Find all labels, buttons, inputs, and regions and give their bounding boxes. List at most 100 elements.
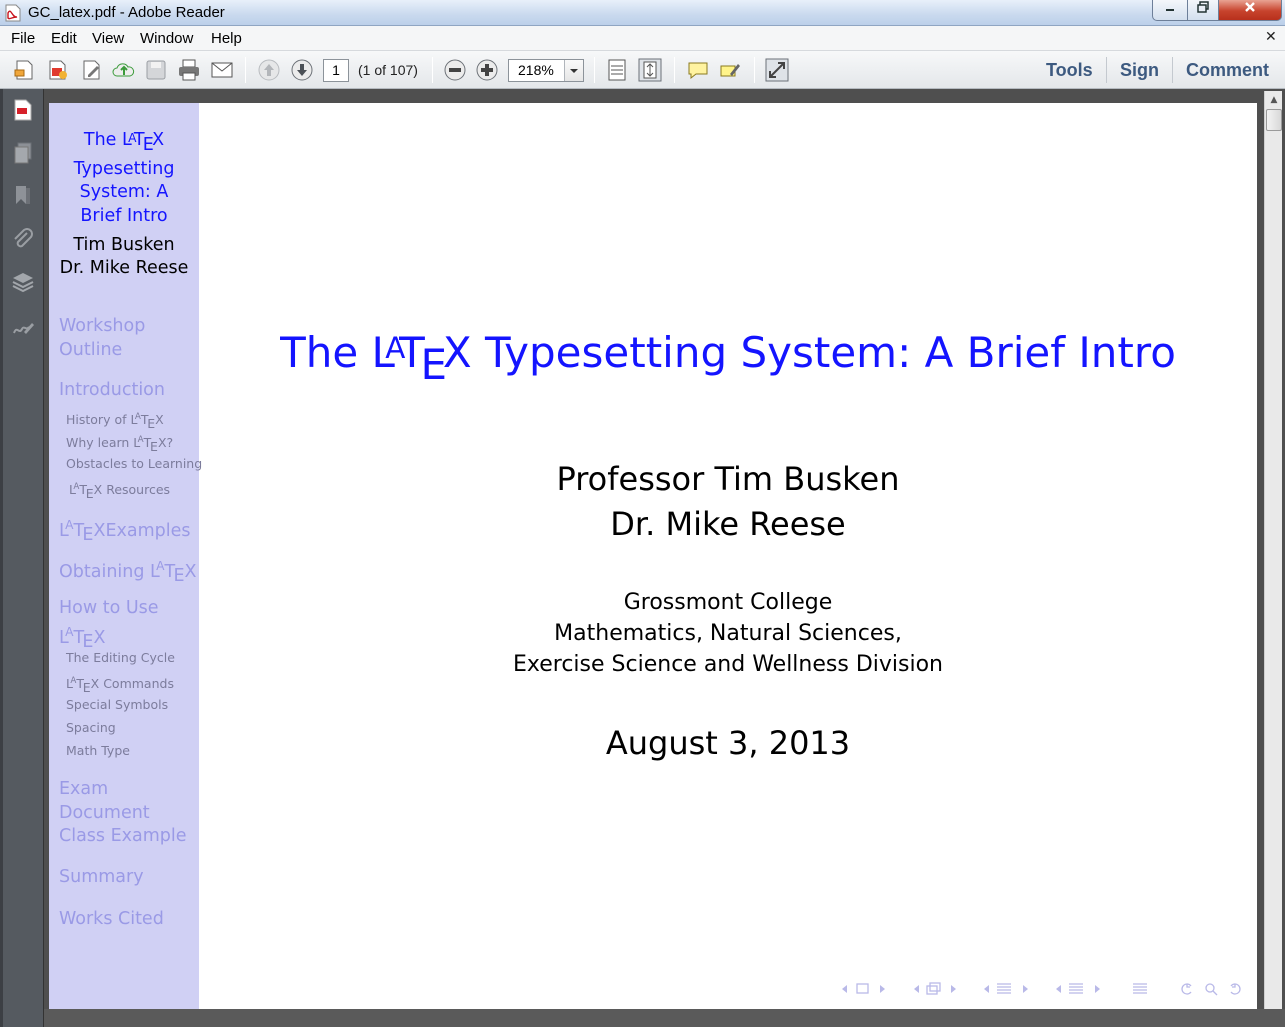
slide-author-2: Dr. Mike Reese: [610, 505, 846, 543]
sidebar-authors: Tim Busken Dr. Mike Reese: [59, 235, 189, 278]
scrollbar-thumb[interactable]: [1266, 109, 1282, 131]
sidebar-subsection-history[interactable]: History of LATEX: [66, 409, 164, 432]
comment-pane-button[interactable]: Comment: [1186, 60, 1269, 81]
latex-logo: LATEX: [133, 435, 167, 454]
sticky-note-icon[interactable]: [686, 58, 710, 82]
pdf-document-icon[interactable]: [11, 98, 35, 122]
sidebar-subsection-spacing[interactable]: Spacing: [66, 720, 116, 736]
nav-prev-frame-icon[interactable]: [842, 985, 847, 993]
slide-institution-1: Grossmont College: [623, 590, 833, 615]
open-file-icon[interactable]: [13, 58, 37, 82]
restore-button[interactable]: [1187, 0, 1219, 21]
menu-view[interactable]: View: [92, 30, 124, 47]
page-thumbnails-icon[interactable]: [11, 141, 35, 165]
menu-help[interactable]: Help: [211, 30, 242, 47]
nav-document-icon[interactable]: [1069, 983, 1083, 994]
close-document-icon[interactable]: ✕: [1265, 29, 1277, 45]
menu-window[interactable]: Window: [140, 30, 193, 47]
sidebar-section-how-to-use[interactable]: How to Use LATEX: [59, 597, 197, 654]
latex-logo: LATEX: [66, 676, 100, 695]
nav-prev-section-icon[interactable]: [984, 985, 989, 993]
create-pdf-icon[interactable]: [46, 58, 70, 82]
sidebar-section-exam-class[interactable]: Exam Document Class Example: [59, 778, 197, 849]
restore-icon: [1197, 1, 1209, 13]
sidebar-title[interactable]: The LATEX Typesetting System: A Brief In…: [49, 127, 199, 228]
print-icon[interactable]: [177, 58, 201, 82]
nav-prev-subsection-icon[interactable]: [914, 985, 919, 993]
menu-file[interactable]: File: [11, 30, 35, 47]
sign-pane-button[interactable]: Sign: [1120, 60, 1159, 81]
nav-back-icon[interactable]: [1181, 983, 1192, 995]
pdf-app-icon: [5, 4, 21, 22]
close-button[interactable]: [1218, 0, 1282, 21]
bottom-strip: [44, 1009, 1285, 1027]
latex-logo: LATEX: [59, 518, 106, 546]
slide-date: August 3, 2013: [605, 724, 851, 762]
cloud-upload-icon[interactable]: [112, 58, 136, 82]
menu-bar: File Edit View Window Help ✕: [0, 26, 1285, 51]
highlight-text-icon[interactable]: [718, 58, 742, 82]
slide-title: The LATEX Typesetting System: A Brief In…: [280, 327, 1176, 390]
minimize-button[interactable]: [1152, 0, 1188, 21]
sidebar-section-introduction[interactable]: Introduction: [59, 379, 197, 403]
chevron-down-icon[interactable]: [564, 60, 583, 81]
attachments-icon[interactable]: [11, 228, 35, 252]
sidebar-subsection-why-learn[interactable]: Why learn LATEX?: [66, 432, 173, 455]
next-page-icon[interactable]: [290, 58, 314, 82]
sidebar-subsection-obstacles[interactable]: Obstacles to Learning: [66, 456, 202, 472]
page-number-input[interactable]: 1: [323, 59, 349, 82]
sidebar-subsection-editing-cycle[interactable]: The Editing Cycle: [66, 650, 175, 666]
nav-forward-icon[interactable]: [1230, 983, 1241, 995]
scroll-up-arrow-icon[interactable]: ▲: [1266, 92, 1282, 108]
slide-author-1: Professor Tim Busken: [556, 460, 900, 498]
zoom-level-value: 218%: [518, 62, 554, 78]
vertical-scrollbar[interactable]: ▲: [1264, 91, 1282, 1009]
sidebar-section-works-cited[interactable]: Works Cited: [59, 908, 197, 932]
beamer-navigation-bar: [842, 982, 1241, 996]
nav-search-icon[interactable]: [1205, 983, 1215, 993]
nav-next-frame-icon[interactable]: [880, 985, 885, 993]
signatures-icon[interactable]: [11, 315, 35, 339]
navigation-pane: [0, 89, 44, 1027]
layers-icon[interactable]: [11, 270, 35, 294]
latex-logo: LATEX: [69, 482, 103, 501]
minimize-icon: [1166, 9, 1174, 11]
sidebar-section-workshop-outline[interactable]: Workshop Outline: [59, 315, 197, 362]
slide-institution-2: Mathematics, Natural Sciences,: [554, 621, 902, 646]
slide-sidebar: The LATEX Typesetting System: A Brief In…: [49, 103, 202, 1009]
toolbar: 1 (1 of 107) 218% Tools Sign Comment: [0, 51, 1285, 89]
sidebar-section-obtaining-latex[interactable]: Obtaining LATEX: [59, 555, 197, 589]
sidebar-subsection-math-type[interactable]: Math Type: [66, 743, 130, 759]
close-icon: [1245, 2, 1255, 12]
previous-page-icon[interactable]: [257, 58, 281, 82]
sidebar-section-latex-examples[interactable]: LATEXExamples: [59, 514, 197, 548]
nav-section-icon[interactable]: [997, 983, 1011, 994]
latex-logo: LATEX: [130, 412, 164, 431]
menu-edit[interactable]: Edit: [51, 30, 77, 47]
tools-pane-button[interactable]: Tools: [1046, 60, 1093, 81]
latex-logo: LATEX: [150, 559, 197, 587]
sidebar-subsection-special-symbols[interactable]: Special Symbols: [66, 697, 168, 713]
edit-pdf-icon[interactable]: [80, 58, 104, 82]
zoom-level-select[interactable]: 218%: [508, 59, 584, 82]
bookmarks-icon[interactable]: [11, 184, 35, 208]
read-mode-icon[interactable]: [765, 58, 789, 82]
fit-page-width-icon[interactable]: [605, 58, 629, 82]
nav-next-section-icon[interactable]: [1023, 985, 1028, 993]
nav-appendix-icon[interactable]: [1133, 983, 1147, 994]
nav-frame-icon[interactable]: [856, 983, 869, 994]
nav-next-subsection-icon[interactable]: [951, 985, 956, 993]
nav-next-document-icon[interactable]: [1095, 985, 1100, 993]
zoom-out-icon[interactable]: [443, 58, 467, 82]
nav-subsection-icon[interactable]: [926, 985, 938, 995]
latex-logo: LATEX: [122, 130, 165, 156]
fit-one-full-page-icon[interactable]: [638, 58, 662, 82]
page-count-label: (1 of 107): [358, 62, 418, 78]
zoom-in-icon[interactable]: [475, 58, 499, 82]
sidebar-subsection-resources[interactable]: LATEX Resources: [69, 479, 170, 502]
email-icon[interactable]: [210, 58, 234, 82]
sidebar-section-summary[interactable]: Summary: [59, 866, 197, 890]
nav-prev-document-icon[interactable]: [1056, 985, 1061, 993]
sidebar-subsection-commands[interactable]: LATEX Commands: [66, 673, 174, 696]
save-icon[interactable]: [144, 58, 168, 82]
